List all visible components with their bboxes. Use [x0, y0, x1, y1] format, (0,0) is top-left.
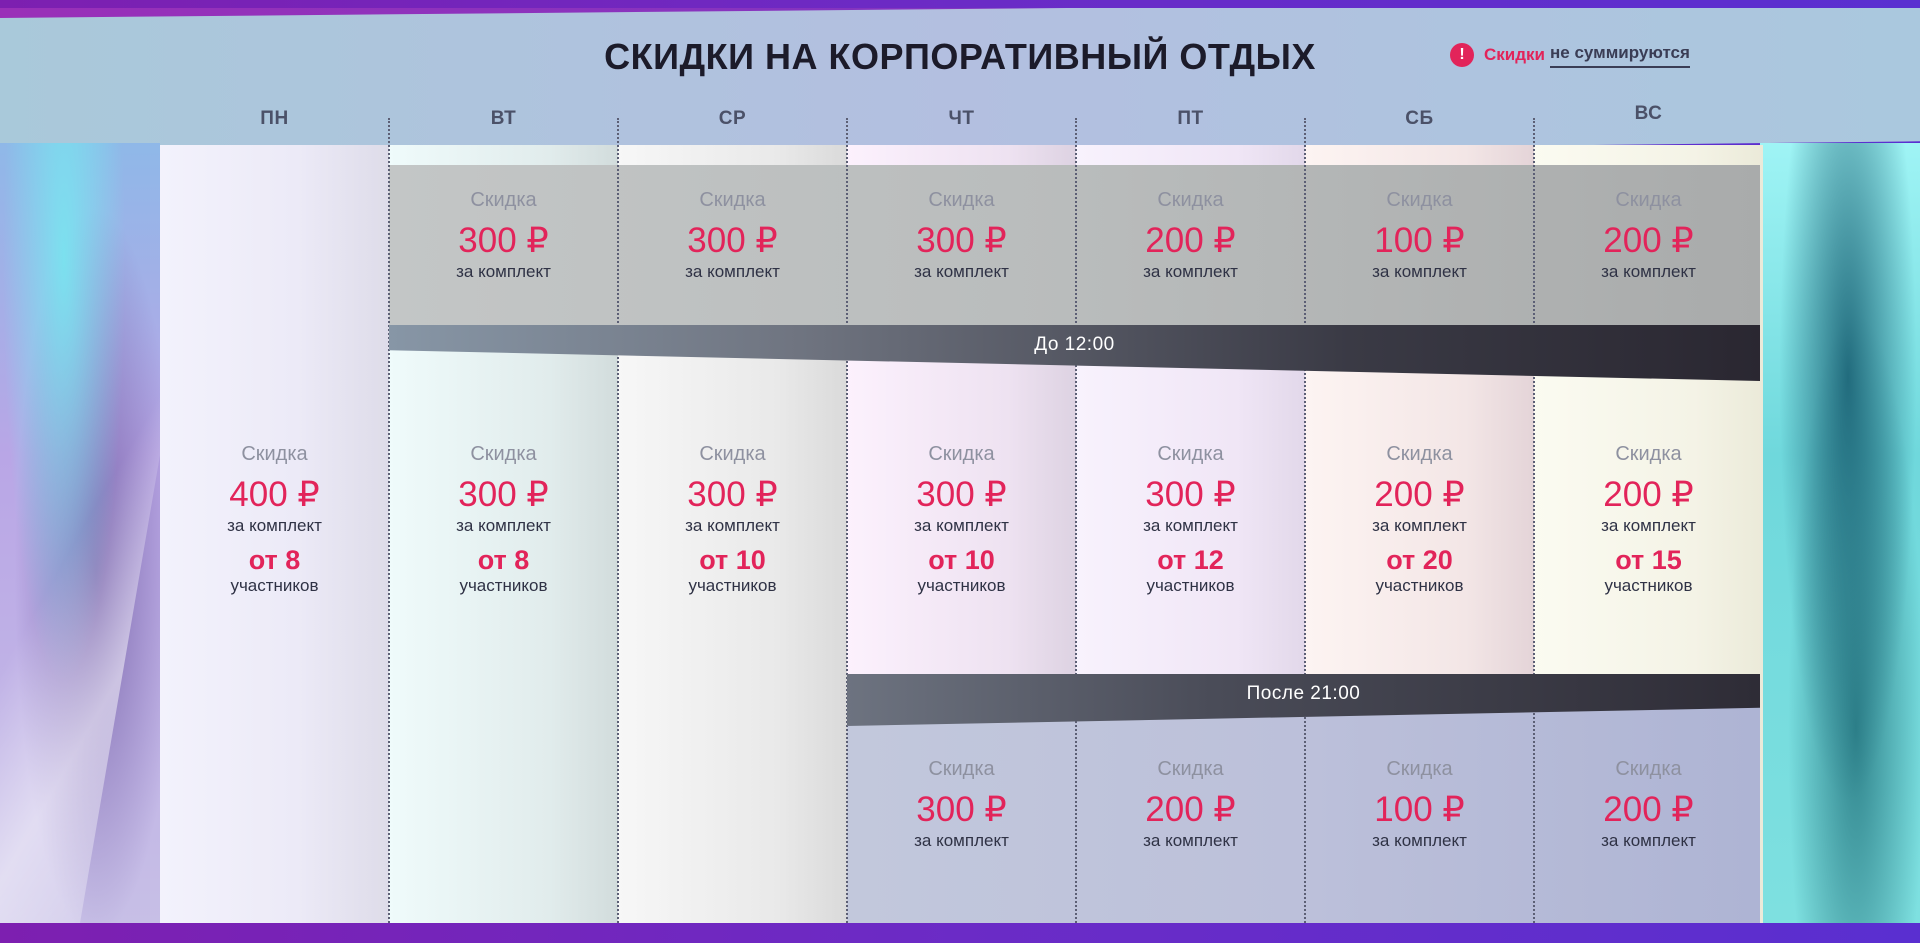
discount-price: 300 ₽ [1145, 475, 1236, 514]
discount-label: Скидка [1386, 443, 1453, 465]
day-cell-fri: Скидка 300 ₽ за комплект от 12 участнико… [1076, 442, 1305, 596]
right-art-panel [1760, 143, 1920, 923]
participants-label: участников [230, 576, 319, 595]
discount-label: Скидка [1157, 189, 1224, 211]
discount-notice: ! Скидки не суммируются [1450, 40, 1690, 70]
discount-price: 100 ₽ [1374, 790, 1465, 829]
day-header-fri: ПТ [1177, 108, 1204, 129]
discount-label: Скидка [1386, 758, 1453, 780]
participants-label: участников [688, 576, 777, 595]
day-header-thu: ЧТ [948, 108, 975, 129]
discount-unit: за комплект [685, 262, 780, 281]
day-cell-sat: Скидка 200 ₽ за комплект от 20 участнико… [1305, 442, 1534, 596]
discount-price: 200 ₽ [1603, 475, 1694, 514]
day-header-sun: ВС [1634, 103, 1663, 124]
evening-time-label: После 21:00 [1246, 683, 1361, 704]
evening-cell-thu: Скидка 300 ₽ за комплект [847, 757, 1076, 851]
discount-unit: за комплект [914, 831, 1009, 850]
min-participants: от 8 [248, 545, 301, 575]
discount-price: 300 ₽ [687, 475, 778, 514]
discount-unit: за комплект [1143, 262, 1238, 281]
morning-cell-tue: Скидка 300 ₽ за комплект [389, 188, 618, 282]
discount-price: 300 ₽ [916, 475, 1007, 514]
discount-unit: за комплект [456, 516, 551, 535]
day-header-tue: ВТ [490, 108, 517, 129]
min-participants: от 12 [1157, 545, 1224, 575]
discount-label: Скидка [1157, 443, 1224, 465]
discount-unit: за комплект [1601, 262, 1696, 281]
min-participants: от 15 [1615, 545, 1682, 575]
discount-label: Скидка [928, 758, 995, 780]
discount-label: Скидка [928, 443, 995, 465]
day-header-sat: СБ [1405, 108, 1434, 129]
discount-label: Скидка [470, 443, 537, 465]
discount-unit: за комплект [914, 262, 1009, 281]
discount-price: 400 ₽ [229, 475, 320, 514]
day-cell-wed: Скидка 300 ₽ за комплект от 10 участнико… [618, 442, 847, 596]
min-participants: от 10 [699, 545, 766, 575]
participants-label: участников [917, 576, 1006, 595]
day-cell-tue: Скидка 300 ₽ за комплект от 8 участников [389, 442, 618, 596]
participants-label: участников [459, 576, 548, 595]
evening-cell-sat: Скидка 100 ₽ за комплект [1305, 757, 1534, 851]
discount-unit: за комплект [1143, 516, 1238, 535]
morning-cell-wed: Скидка 300 ₽ за комплект [618, 188, 847, 282]
discount-label: Скидка [1157, 758, 1224, 780]
discount-unit: за комплект [1372, 516, 1467, 535]
discount-label: Скидка [1615, 189, 1682, 211]
discount-price: 300 ₽ [458, 475, 549, 514]
min-participants: от 10 [928, 545, 995, 575]
discount-label: Скидка [928, 189, 995, 211]
participants-label: участников [1604, 576, 1693, 595]
discount-label: Скидка [1386, 189, 1453, 211]
morning-cell-sat: Скидка 100 ₽ за комплект [1305, 188, 1534, 282]
discount-unit: за комплект [1372, 262, 1467, 281]
morning-cell-sun: Скидка 200 ₽ за комплект [1534, 188, 1763, 282]
left-art-panel [0, 143, 160, 923]
discount-price: 200 ₽ [1603, 221, 1694, 260]
discount-unit: за комплект [456, 262, 551, 281]
discount-unit: за комплект [227, 516, 322, 535]
day-header-mon: ПН [260, 108, 289, 129]
discount-unit: за комплект [1143, 831, 1238, 850]
morning-cell-thu: Скидка 300 ₽ за комплект [847, 188, 1076, 282]
discount-unit: за комплект [685, 516, 780, 535]
notice-link[interactable]: не суммируются [1550, 43, 1690, 68]
discount-price: 200 ₽ [1603, 790, 1694, 829]
discount-label: Скидка [699, 443, 766, 465]
header-panel [0, 8, 1920, 163]
discount-price: 300 ₽ [458, 221, 549, 260]
participants-label: участников [1146, 576, 1235, 595]
min-participants: от 8 [477, 545, 530, 575]
discount-price: 300 ₽ [916, 790, 1007, 829]
participants-label: участников [1375, 576, 1464, 595]
discount-label: Скидка [1615, 443, 1682, 465]
discount-price: 200 ₽ [1145, 790, 1236, 829]
day-cell-mon: Скидка 400 ₽ за комплект от 8 участников [160, 442, 389, 596]
discount-page: СКИДКИ НА КОРПОРАТИВНЫЙ ОТДЫХ ! Скидки н… [0, 0, 1920, 943]
discount-unit: за комплект [1601, 831, 1696, 850]
discount-unit: за комплект [1601, 516, 1696, 535]
discount-label: Скидка [241, 443, 308, 465]
discount-unit: за комплект [914, 516, 1009, 535]
notice-label: Скидки [1484, 45, 1545, 64]
day-cell-thu: Скидка 300 ₽ за комплект от 10 участнико… [847, 442, 1076, 596]
discount-label: Скидка [699, 189, 766, 211]
discount-unit: за комплект [1372, 831, 1467, 850]
discount-price: 100 ₽ [1374, 221, 1465, 260]
discount-price: 200 ₽ [1145, 221, 1236, 260]
min-participants: от 20 [1386, 545, 1453, 575]
discount-price: 200 ₽ [1374, 475, 1465, 514]
morning-cell-fri: Скидка 200 ₽ за комплект [1076, 188, 1305, 282]
exclamation-icon: ! [1450, 43, 1474, 67]
discount-label: Скидка [470, 189, 537, 211]
evening-cell-sun: Скидка 200 ₽ за комплект [1534, 757, 1763, 851]
day-cell-sun: Скидка 200 ₽ за комплект от 15 участнико… [1534, 442, 1763, 596]
evening-cell-fri: Скидка 200 ₽ за комплект [1076, 757, 1305, 851]
discount-price: 300 ₽ [916, 221, 1007, 260]
morning-time-label: До 12:00 [1034, 334, 1115, 355]
discount-label: Скидка [1615, 758, 1682, 780]
day-header-wed: СР [718, 108, 747, 129]
discount-price: 300 ₽ [687, 221, 778, 260]
